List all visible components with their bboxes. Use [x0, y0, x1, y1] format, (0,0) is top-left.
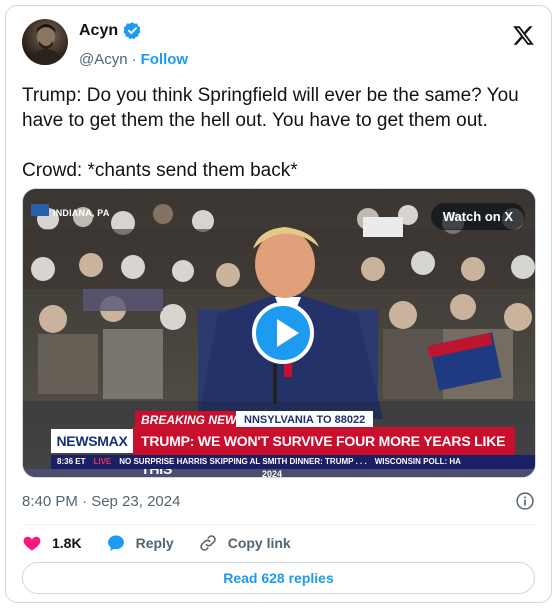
watch-on-x-button[interactable]: Watch on X: [430, 203, 525, 230]
follow-button[interactable]: Follow: [141, 51, 189, 68]
separator-dot: ·: [131, 51, 137, 68]
avatar[interactable]: [22, 19, 68, 65]
action-bar: 1.8K Reply Copy link: [22, 533, 315, 553]
tweet-card: Acyn @Acyn · Follow Trump: Do you think …: [5, 5, 552, 603]
author-name-row: Acyn: [79, 21, 142, 40]
copy-link-label: Copy link: [227, 535, 291, 551]
reply-label: Reply: [135, 535, 174, 551]
tweet-timestamp[interactable]: 8:40 PM · Sep 23, 2024: [22, 493, 180, 510]
location-badge: INDIANA, PA: [53, 208, 110, 218]
author-subline: @Acyn · Follow: [79, 51, 188, 68]
read-replies-button[interactable]: Read 628 replies: [22, 562, 535, 594]
verified-badge-icon: [123, 22, 141, 40]
reply-button[interactable]: Reply: [106, 533, 174, 553]
copy-link-button[interactable]: Copy link: [198, 533, 291, 553]
tweet-text: Trump: Do you think Springfield will eve…: [22, 85, 519, 181]
ticker-time: 8:36 ET: [57, 457, 86, 466]
reply-bubble-icon: [107, 535, 124, 551]
divider: [22, 524, 535, 525]
avatar-image: [28, 24, 64, 65]
like-button[interactable]: 1.8K: [22, 533, 82, 553]
network-logo: NEWSMAX: [51, 429, 133, 453]
author-handle[interactable]: @Acyn: [79, 51, 128, 68]
play-icon[interactable]: [252, 302, 314, 364]
ticker-text-2: WISCONSIN POLL: HA: [374, 457, 461, 466]
author-name[interactable]: Acyn: [79, 22, 118, 40]
like-count: 1.8K: [52, 535, 82, 551]
link-icon: [199, 535, 216, 551]
info-icon[interactable]: [515, 491, 535, 511]
news-ticker: 8:36 ET LIVE NO SURPRISE HARRIS SKIPPING…: [51, 455, 535, 469]
x-logo-icon[interactable]: [512, 24, 535, 47]
video-player[interactable]: INDIANA, PA Watch on X BREAKING NEWS NNS…: [22, 188, 536, 478]
ticker-year: 2024: [262, 469, 283, 478]
ticker-live: LIVE: [93, 457, 112, 466]
ticker-text-1: NO SURPRISE HARRIS SKIPPING AL SMITH DIN…: [119, 457, 367, 466]
heart-icon: [23, 536, 41, 551]
chyron-headline: TRUMP: WE WON'T SURVIVE FOUR MORE YEARS …: [133, 427, 515, 477]
